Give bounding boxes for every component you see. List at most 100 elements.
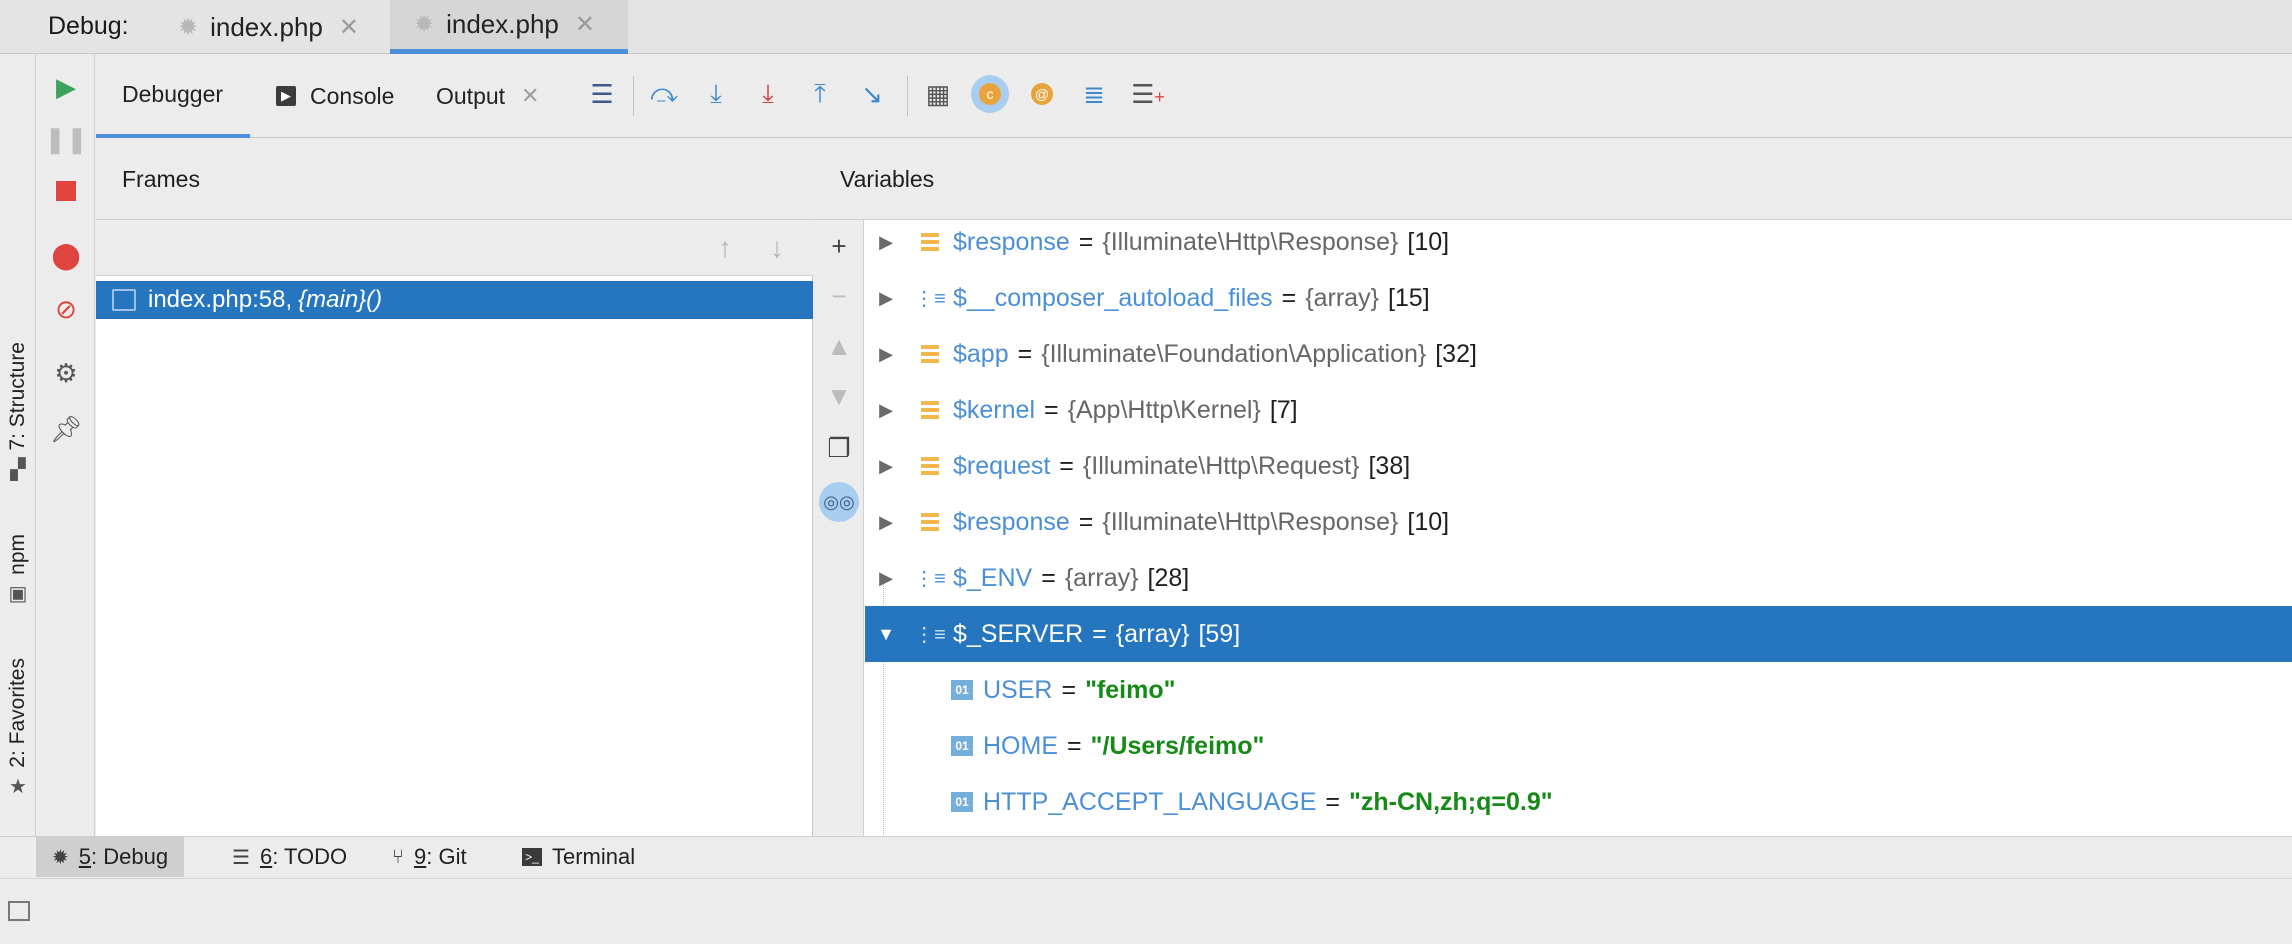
tab-output-label: Output — [436, 82, 506, 109]
stop-icon — [56, 181, 76, 201]
force-step-into-button[interactable]: ⤓ — [746, 72, 790, 116]
variable-type: {Illuminate\Http\Request} — [1082, 451, 1360, 480]
element-value: "/Users/feimo" — [1090, 731, 1265, 760]
structure-tool-tab[interactable]: 7: Structure ▞ — [0, 342, 36, 482]
collapse-arrow-icon[interactable]: ▼ — [871, 624, 901, 645]
variables-tree: ▶ $response = {Illuminate\Http\Response} [1… — [865, 220, 2292, 836]
triangle-up-icon: ▲ — [826, 330, 852, 361]
tool-windows-toggle-icon[interactable] — [8, 901, 30, 921]
pin-tab-button[interactable]: 📌︎ — [37, 406, 95, 452]
expand-arrow-icon[interactable]: ▶ — [871, 288, 901, 309]
run-to-cursor-icon: ↘ — [861, 78, 883, 109]
object-icon — [915, 227, 945, 257]
variable-row[interactable]: ▶ ⋮≡ $__composer_autoload_files = {array}[… — [865, 270, 2292, 326]
structure-icon: ▞ — [10, 458, 26, 481]
add-watch-button[interactable]: ☰+ — [1126, 72, 1170, 116]
variable-type: {Illuminate\Foundation\Application} — [1041, 339, 1427, 368]
variable-row-selected[interactable]: ▼ ⋮≡ $_SERVER = {array} [59] — [865, 606, 2292, 662]
close-icon[interactable]: ✕ — [521, 83, 539, 109]
debug-tool-tab[interactable]: ✹ 5: Debug — [36, 837, 185, 877]
mute-breakpoints-button[interactable]: ⊘ — [37, 286, 95, 332]
run-to-cursor-button[interactable]: ↘ — [850, 72, 894, 116]
step-over-button[interactable]: ⤼ — [642, 72, 686, 116]
expand-arrow-icon[interactable]: ▶ — [871, 456, 901, 477]
glasses-icon: ◎◎ — [819, 482, 859, 522]
debug-session-tab-2[interactable]: ✹ index.php ✕ — [390, 0, 628, 54]
variable-row[interactable]: ▶ $response = {Illuminate\Http\Response} [1… — [865, 220, 2292, 270]
favorites-tool-tab[interactable]: 2: Favorites ★ — [0, 658, 36, 799]
move-watch-down-button[interactable]: ▼ — [814, 376, 864, 416]
array-icon: ⋮≡ — [914, 287, 946, 310]
git-tool-tab[interactable]: ⑂ 9: Git — [376, 837, 483, 877]
variable-name: $__composer_autoload_files — [953, 283, 1273, 312]
tab-debugger[interactable]: Debugger — [96, 54, 250, 138]
remove-watch-button[interactable]: − — [814, 276, 864, 316]
debug-session-tab-1[interactable]: ✹ index.php ✕ — [176, 0, 388, 54]
view-breakpoints-button[interactable]: ⬤ — [37, 232, 95, 278]
array-element-row[interactable]: 01 HOME = "/Users/feimo" — [865, 718, 2292, 774]
stop-button[interactable] — [37, 168, 95, 214]
sort-values-button[interactable]: ≣ — [1072, 72, 1116, 116]
primitive-type-icon: 01 — [951, 792, 973, 812]
arrow-down-icon[interactable]: ↓ — [770, 232, 784, 264]
resume-program-button[interactable]: ▶︎ — [37, 64, 95, 110]
evaluate-expression-button[interactable]: ▦ — [916, 72, 960, 116]
step-out-button[interactable]: ⤒ — [798, 72, 842, 116]
mute-breakpoints-icon: ⊘ — [55, 293, 77, 324]
show-execution-point-button[interactable]: ☰ — [580, 72, 624, 116]
expand-arrow-icon[interactable]: ▶ — [871, 232, 901, 253]
todo-tool-tab[interactable]: ☰ 6: TODO — [216, 837, 363, 877]
close-icon[interactable]: ✕ — [339, 13, 359, 42]
expand-arrow-icon[interactable]: ▶ — [871, 400, 901, 421]
variable-row[interactable]: ▶ $kernel = {App\Http\Kernel} [7] — [865, 382, 2292, 438]
variable-type: {array} — [1115, 619, 1190, 648]
terminal-tool-tab[interactable]: >_ Terminal — [506, 837, 651, 877]
step-into-icon: ⤓ — [710, 78, 722, 108]
settings-button[interactable]: ⚙ — [37, 350, 95, 396]
todo-tab-number: 6 — [259, 844, 273, 869]
arrow-up-icon[interactable]: ↑ — [718, 232, 732, 264]
variable-row[interactable]: ▶ ⋮≡ $_ENV = {array} [28] — [865, 550, 2292, 606]
expand-arrow-icon[interactable]: ▶ — [871, 344, 901, 365]
star-icon: ★ — [9, 775, 27, 798]
variable-name: $_SERVER — [953, 619, 1084, 648]
array-element-row[interactable]: 01 USER = "feimo" — [865, 662, 2292, 718]
debug-tool-header: Debugger ▶ Console Output ✕ ☰ ⤼ ⤓ ⤓ ⤒ ↘ … — [96, 54, 2292, 138]
variables-title: Variables — [814, 138, 2292, 220]
step-into-button[interactable]: ⤓ — [694, 72, 738, 116]
duplicate-watch-button[interactable]: ❐ — [814, 428, 864, 468]
debug-tab-label: : Debug — [91, 844, 169, 869]
frame-row-selected[interactable]: index.php:58, {main}() — [96, 281, 813, 319]
variable-count: [59] — [1198, 619, 1241, 648]
gear-icon: ⚙ — [54, 357, 78, 388]
frames-panel: Frames ↑ ↓ index.php:58, {main}() — [96, 138, 813, 836]
terminal-tab-label: Terminal — [552, 844, 636, 869]
npm-tab-label: npm — [6, 534, 29, 575]
variable-row[interactable]: ▶ $request = {Illuminate\Http\Request} [38] — [865, 438, 2292, 494]
git-tab-number: 9 — [414, 844, 427, 869]
array-element-row[interactable]: 01 HTTP_ACCEPT_LANGUAGE = "zh-CN,zh;q=0.9" — [865, 774, 2292, 830]
variable-count: [10] — [1407, 507, 1450, 536]
expand-arrow-icon[interactable]: ▶ — [871, 568, 901, 589]
pause-program-button[interactable]: ❚❚ — [37, 116, 95, 162]
show-static-button[interactable]: @ — [1020, 72, 1064, 116]
todo-tab-label: : TODO — [272, 844, 348, 869]
tab-output[interactable]: Output ✕ — [436, 54, 539, 138]
new-watch-button[interactable]: + — [814, 226, 864, 266]
npm-tool-tab[interactable]: npm ▣ — [0, 534, 36, 606]
tab-console[interactable]: ▶ Console — [276, 54, 394, 138]
expand-arrow-icon[interactable]: ▶ — [871, 512, 901, 533]
move-watch-up-button[interactable]: ▲ — [814, 326, 864, 366]
variable-row[interactable]: ▶ $response = {Illuminate\Http\Response} [1… — [865, 494, 2292, 550]
debug-session-tab-label: index.php — [210, 11, 323, 42]
variable-count: [28] — [1147, 563, 1190, 592]
close-icon[interactable]: ✕ — [575, 10, 595, 39]
bottom-tool-stripe: ✹ 5: Debug ☰ 6: TODO ⑂ 9: Git >_ Termina… — [0, 836, 2292, 878]
show-watches-button[interactable]: ◎◎ — [814, 482, 864, 522]
variable-name: $app — [953, 339, 1009, 368]
minus-icon: − — [831, 280, 847, 311]
show-constants-button[interactable]: c — [968, 72, 1012, 116]
variable-type: {array} — [1064, 563, 1139, 592]
variable-row[interactable]: ▶ $app = {Illuminate\Foundation\Applicatio… — [865, 326, 2292, 382]
static-icon: @ — [1031, 83, 1053, 105]
